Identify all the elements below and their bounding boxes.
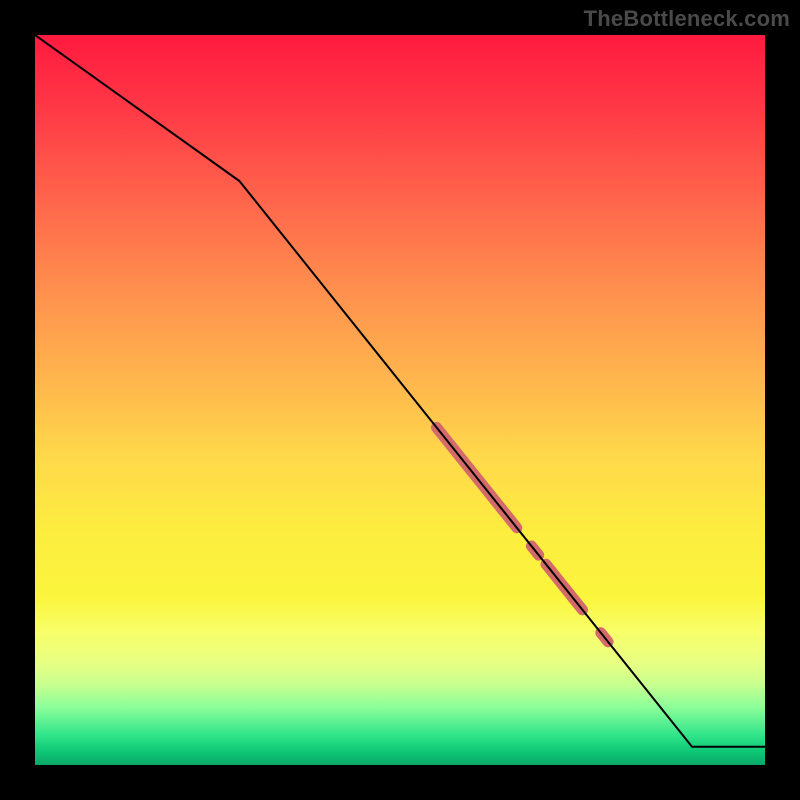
chart-overlay (35, 35, 765, 765)
watermark-text: TheBottleneck.com (584, 6, 790, 32)
chart-stage: TheBottleneck.com (0, 0, 800, 800)
plot-area (35, 35, 765, 765)
line-group (35, 35, 765, 747)
series-curve (35, 35, 765, 747)
